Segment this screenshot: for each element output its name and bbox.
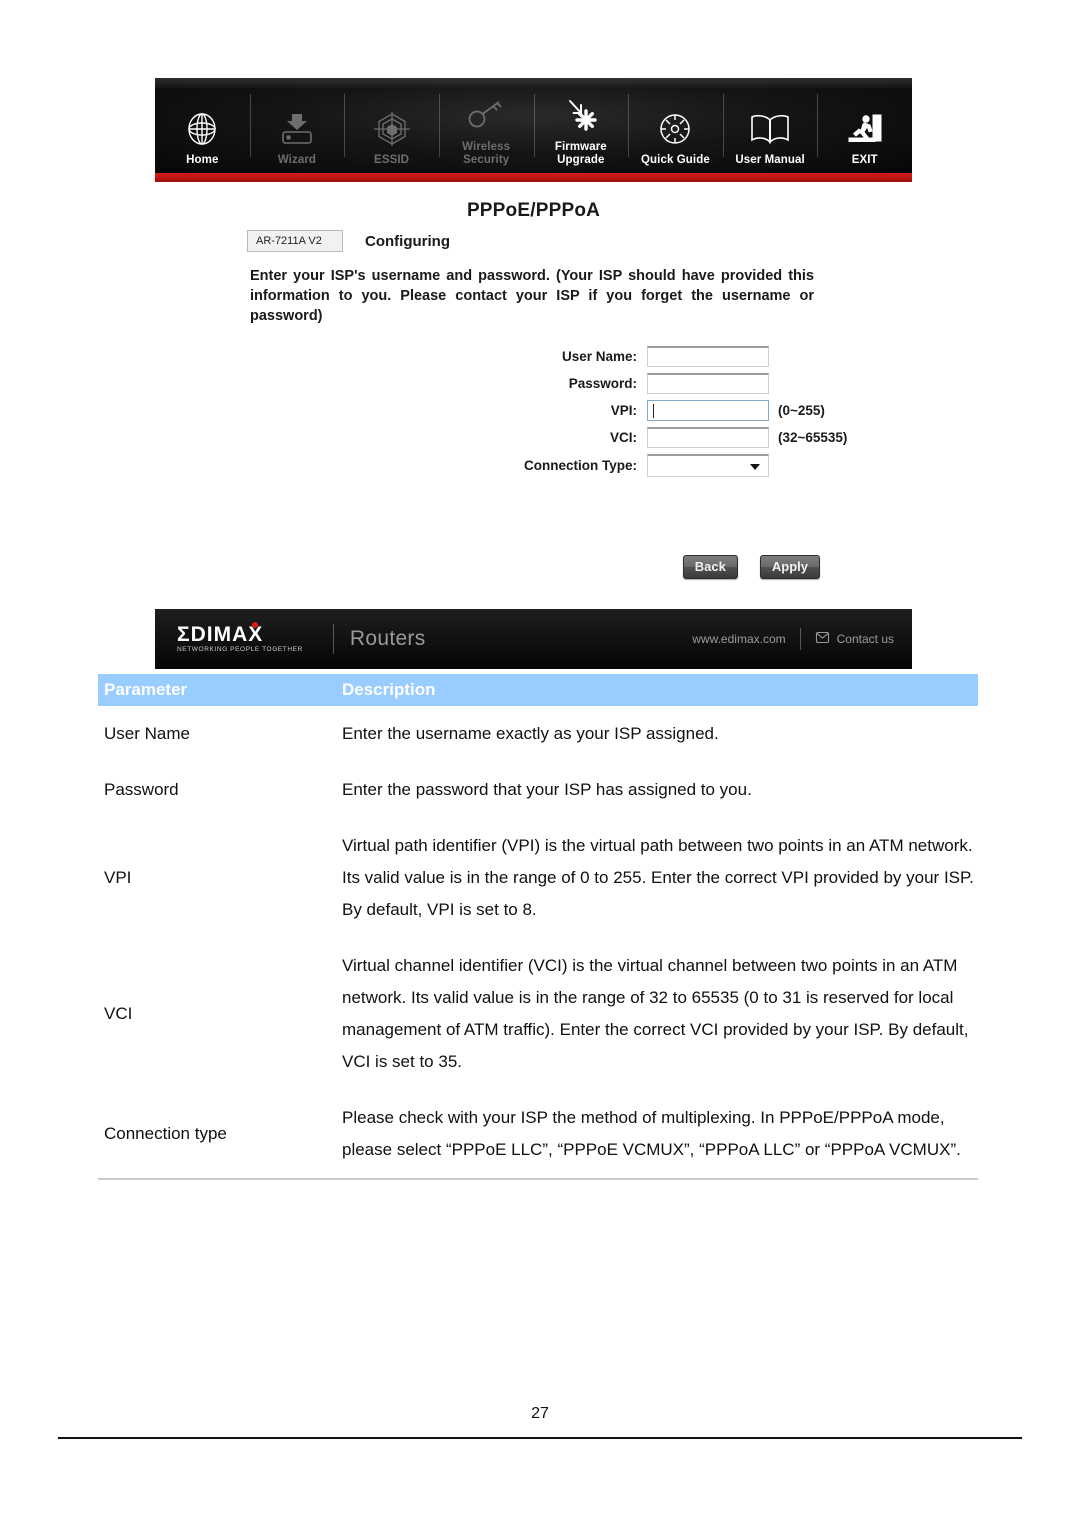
router-footer-bar: ΣDIMAX NETWORKING PEOPLE TOGETHER Router… [155,609,912,669]
label-username: User Name: [561,349,637,364]
nav-label-user-manual: User Manual [735,153,805,166]
firmware-upgrade-icon [561,94,601,138]
nav-item-exit[interactable]: EXIT [817,78,912,173]
form-row-password: Password: [155,373,912,394]
footer-website-link[interactable]: www.edimax.com [692,632,785,646]
key-icon [466,94,506,138]
cell-parameter: Connection type [98,1090,336,1180]
document-page: Home Wizard ESSID Wireless Security Firm… [0,0,1080,1527]
back-button[interactable]: Back [682,555,738,579]
hint-vci: (32~65535) [778,430,848,445]
page-title: PPPoE/PPPoA [466,200,601,221]
cell-parameter: Password [104,780,179,799]
footer-brand-group: ΣDIMAX NETWORKING PEOPLE TOGETHER Router… [177,621,426,654]
cell-parameter: VCI [104,1004,133,1023]
logo-red-dot-icon [252,621,258,628]
label-password: Password: [568,376,637,391]
table-row: VCI Virtual channel identifier (VCI) is … [98,938,978,1090]
nav-label-home: Home [186,153,219,166]
nav-item-home[interactable]: Home [155,78,250,173]
username-input[interactable] [647,346,769,367]
table-row: Connection type Please check with your I… [98,1090,978,1180]
router-navbar: Home Wizard ESSID Wireless Security Firm… [155,78,912,173]
nav-label-essid: ESSID [374,153,410,166]
label-connection-type: Connection Type: [524,458,637,473]
form-row-vpi: VPI: (0~255) [155,400,912,421]
vpi-input[interactable] [647,400,769,421]
contact-label: Contact us [836,632,894,646]
nav-item-wizard[interactable]: Wizard [249,78,345,173]
nav-label-exit: EXIT [851,153,878,166]
compass-icon [656,107,694,151]
apply-button[interactable]: Apply [759,555,820,579]
cell-description: Enter the password that your ISP has ass… [342,780,752,799]
router-ui-screenshot: Home Wizard ESSID Wireless Security Firm… [155,78,912,669]
nav-label-wizard: Wizard [277,153,317,166]
intro-paragraph: Enter your ISP's username and password. … [250,268,814,324]
table-header-row: Parameter Description [98,674,978,706]
label-vpi: VPI: [610,403,637,418]
globe-icon [183,107,221,151]
nav-item-wireless-security[interactable]: Wireless Security [438,78,534,173]
nav-label-wireless-security: Wireless Security [462,141,511,166]
pppoe-form: User Name: Password: VPI: (0~255) VCI: (… [155,346,912,477]
form-row-username: User Name: [155,346,912,367]
nav-item-quick-guide[interactable]: Quick Guide [628,78,723,173]
wizard-download-icon [277,107,317,151]
page-footer-rule [58,1437,1022,1439]
footer-links: www.edimax.com Contact us [692,628,894,650]
cell-parameter: User Name [104,724,190,743]
edimax-tagline: NETWORKING PEOPLE TOGETHER [177,645,303,653]
model-status-row: AR-7211A V2 Configuring [155,230,912,252]
exit-running-icon [845,107,885,151]
password-input[interactable] [647,373,769,394]
edimax-logo: ΣDIMAX NETWORKING PEOPLE TOGETHER [177,621,317,654]
column-header-parameter: Parameter [98,674,336,706]
status-text: Configuring [365,232,450,250]
footer-contact-link[interactable]: Contact us [815,630,894,648]
accent-red-bar [155,173,912,182]
model-badge: AR-7211A V2 [247,230,343,252]
edimax-wordmark: ΣDIMAX [177,622,264,646]
table-row: VPI Virtual path identifier (VPI) is the… [98,818,978,938]
open-book-icon [748,107,792,151]
table-row: User Name Enter the username exactly as … [98,706,978,762]
column-header-description: Description [336,674,978,706]
nav-item-firmware-upgrade[interactable]: Firmware Upgrade [533,78,629,173]
essid-web-icon [372,107,412,151]
footer-category: Routers [349,627,426,650]
cell-parameter: VPI [104,868,132,887]
label-vci: VCI: [610,430,637,445]
cell-description: Virtual channel identifier (VCI) is the … [342,956,969,1071]
connection-type-select[interactable] [647,454,769,477]
cell-description: Please check with your ISP the method of… [336,1090,978,1180]
router-config-panel: PPPoE/PPPoA AR-7211A V2 Configuring Ente… [155,182,912,609]
hint-vpi: (0~255) [778,403,825,418]
nav-label-firmware-upgrade: Firmware Upgrade [554,141,607,166]
cell-description: Enter the username exactly as your ISP a… [342,724,719,743]
form-button-row: Back Apply [155,555,912,579]
footer-divider [332,624,334,654]
nav-item-essid[interactable]: ESSID [344,78,439,173]
vci-input[interactable] [647,427,769,448]
parameter-description-table: Parameter Description User Name Enter th… [98,674,978,1180]
table-row: Password Enter the password that your IS… [98,762,978,818]
cell-description: Virtual path identifier (VPI) is the vir… [342,836,974,919]
form-row-vci: VCI: (32~65535) [155,427,912,448]
form-row-connection-type: Connection Type: [155,454,912,477]
nav-label-quick-guide: Quick Guide [641,153,710,166]
contact-envelope-icon [815,630,830,648]
nav-item-user-manual[interactable]: User Manual [722,78,818,173]
footer-links-divider [799,628,801,650]
page-number: 27 [531,1405,549,1422]
